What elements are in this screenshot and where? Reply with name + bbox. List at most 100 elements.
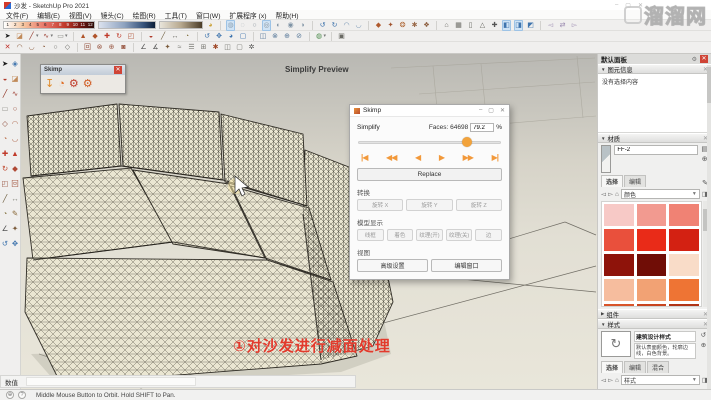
line-tool-icon[interactable]: ╱ — [0, 86, 10, 101]
eraser-tool-icon[interactable]: ◪ — [15, 32, 24, 41]
rotate-tool-icon[interactable]: ↻ — [0, 161, 10, 176]
styles-tab-2[interactable]: 编辑 — [624, 361, 646, 373]
freehand-tool-icon[interactable]: ∿ — [10, 86, 20, 101]
box-select-icon[interactable]: ◧ — [502, 20, 511, 31]
explode-icon[interactable]: ✱ — [211, 43, 220, 52]
followme-tool-icon[interactable]: ◆ — [91, 32, 100, 41]
skimp-import-icon[interactable]: ↧ — [45, 78, 54, 90]
rewind-button[interactable]: ◀◀ — [386, 153, 396, 162]
slider-handle[interactable] — [462, 137, 472, 147]
two-point-arc-icon[interactable]: ◡ — [10, 131, 20, 146]
color-swatch-13[interactable] — [604, 304, 634, 307]
maximize-button[interactable]: ▢ — [625, 2, 631, 9]
materials-tab-2[interactable]: 编辑 — [624, 175, 646, 187]
material-replace-icon[interactable]: ◆ — [374, 21, 383, 30]
pan-tool-icon[interactable]: ✥ — [10, 236, 20, 251]
in-model-icon[interactable]: ⌂ — [615, 191, 619, 198]
color-swatch-5[interactable] — [637, 229, 667, 251]
face-style-wireframe-icon[interactable]: ○ — [250, 21, 259, 30]
pushpull-tool-icon[interactable]: ▲ — [79, 32, 88, 41]
styles-tab-3[interactable]: 混合 — [647, 361, 669, 373]
roof-icon[interactable]: △ — [478, 21, 487, 30]
face-style-monochrome-icon[interactable]: ◑ — [298, 21, 307, 30]
minimize-button[interactable]: – — [615, 2, 618, 9]
color-swatch-2[interactable] — [637, 204, 667, 226]
styles-tab-1[interactable]: 选择 — [601, 361, 623, 373]
axes-tool-icon[interactable]: ∠ — [139, 43, 148, 52]
color-swatch-11[interactable] — [637, 279, 667, 301]
tape-measure-icon[interactable]: ╱ — [159, 32, 168, 41]
编辑窗口-button[interactable]: 编辑窗口 — [431, 259, 502, 272]
线框-button[interactable]: 线框 — [357, 229, 384, 241]
scale-tool-icon[interactable]: ◰ — [127, 32, 136, 41]
in-model-icon[interactable]: ⌂ — [615, 377, 619, 384]
slider-track[interactable] — [358, 141, 501, 144]
hide-icon[interactable]: ◫ — [223, 43, 232, 52]
skimp-dialog-titlebar[interactable]: Skimp – ▢ ✕ — [350, 105, 509, 117]
pushpull-tool-icon[interactable]: ▲ — [10, 146, 20, 161]
scrollbar-thumb[interactable] — [707, 67, 711, 103]
materials-tab-1[interactable]: 选择 — [601, 175, 623, 187]
section-display-icon[interactable]: ⊘ — [295, 32, 304, 41]
group-icon[interactable]: ⊞ — [199, 43, 208, 52]
front-view-icon[interactable]: ◡ — [354, 21, 363, 30]
旋转Y-button[interactable]: 旋转 Y — [406, 199, 452, 211]
color-swatch-6[interactable] — [669, 229, 699, 251]
credits-icon[interactable]: ? — [18, 391, 26, 399]
rectangle-tool-icon[interactable]: ▭ — [0, 101, 10, 116]
ghost-prev-icon[interactable]: ◅ — [546, 21, 555, 30]
box-edit-icon[interactable]: ◨ — [514, 20, 523, 31]
cleanup-tool-icon[interactable]: ❖ — [422, 21, 431, 30]
边-button[interactable]: 边 — [475, 229, 502, 241]
back-icon[interactable]: ◅ — [601, 376, 606, 384]
back-icon[interactable]: ◅ — [601, 190, 606, 198]
dimension-icon[interactable]: ↔ — [10, 191, 20, 206]
orbit-view-icon[interactable]: ↺ — [318, 21, 327, 30]
pie-tool-icon[interactable]: ◔ — [0, 131, 10, 146]
高级设置-button[interactable]: 高级设置 — [357, 259, 428, 272]
styles-header[interactable]: ▼ 样式 ✕ — [598, 319, 711, 329]
step-back-button[interactable]: ◀ — [415, 153, 420, 162]
dialog-maximize-button[interactable]: ▢ — [488, 107, 494, 114]
color-swatch-10[interactable] — [604, 279, 634, 301]
forward-icon[interactable]: ▻ — [608, 190, 613, 198]
skimp-toolbar-titlebar[interactable]: Skimp ✕ — [41, 65, 125, 75]
door-icon[interactable]: ▯ — [466, 21, 475, 30]
arc-tool-icon[interactable]: ◠ — [15, 43, 24, 52]
style-preview-thumbnail[interactable]: ↻ — [601, 331, 631, 357]
measurements-input[interactable] — [26, 377, 196, 386]
face-style-xray-icon[interactable]: ◍ — [226, 20, 235, 31]
unhide-icon[interactable]: ▢ — [235, 43, 244, 52]
orbit-icon[interactable]: ↺ — [203, 32, 212, 41]
copy-icon[interactable]: ▣ — [337, 32, 346, 41]
ghost-swap-icon[interactable]: ⇄ — [558, 21, 567, 30]
zoom-tool-icon[interactable]: ◕ — [227, 32, 236, 41]
skimp-dialog[interactable]: Skimp – ▢ ✕ Simplify Faces: 64698 % | — [349, 104, 510, 280]
circle-tool-icon[interactable]: ○ — [51, 43, 60, 52]
zoom-extents-icon[interactable]: ▢ — [239, 32, 248, 41]
section-plane-icon[interactable]: ◫ — [259, 32, 268, 41]
material-preview-thumbnail[interactable] — [601, 145, 611, 173]
chevron-down-icon[interactable]: ▾ — [51, 33, 54, 39]
move-tool-icon[interactable]: ✚ — [103, 32, 112, 41]
menu-item-6[interactable]: 工具(T) — [165, 10, 187, 20]
gradient-strip-warm[interactable] — [159, 21, 203, 29]
color-swatch-7[interactable] — [604, 254, 634, 276]
paint-bucket-icon[interactable]: ◒ — [0, 71, 10, 86]
skimp-toolbar-close-icon[interactable]: ✕ — [114, 66, 122, 74]
color-swatch-8[interactable] — [637, 254, 667, 276]
layers-icon[interactable]: ☰ — [187, 43, 196, 52]
skimp-simplify-icon[interactable]: ◔ — [58, 78, 65, 90]
paint-bucket-icon[interactable]: ◒ — [147, 32, 156, 41]
dimension-icon[interactable]: ↔ — [171, 32, 180, 41]
material-collection-dropdown[interactable]: 颜色 ▼ — [621, 189, 700, 199]
offset-tool-icon[interactable]: 回 — [83, 43, 92, 52]
update-style-icon[interactable]: ↺ — [701, 331, 706, 339]
freehand-tool-icon[interactable]: ∿ — [42, 32, 51, 41]
fast-forward-button[interactable]: ▶▶ — [463, 153, 473, 162]
line-tool-icon[interactable]: ╱ — [27, 32, 36, 41]
component-swap-icon[interactable]: ✦ — [386, 21, 395, 30]
纹理开-button[interactable]: 纹理(开) — [416, 229, 443, 241]
text-tool-icon[interactable]: ✎ — [10, 206, 20, 221]
material-name-field[interactable] — [614, 145, 698, 155]
